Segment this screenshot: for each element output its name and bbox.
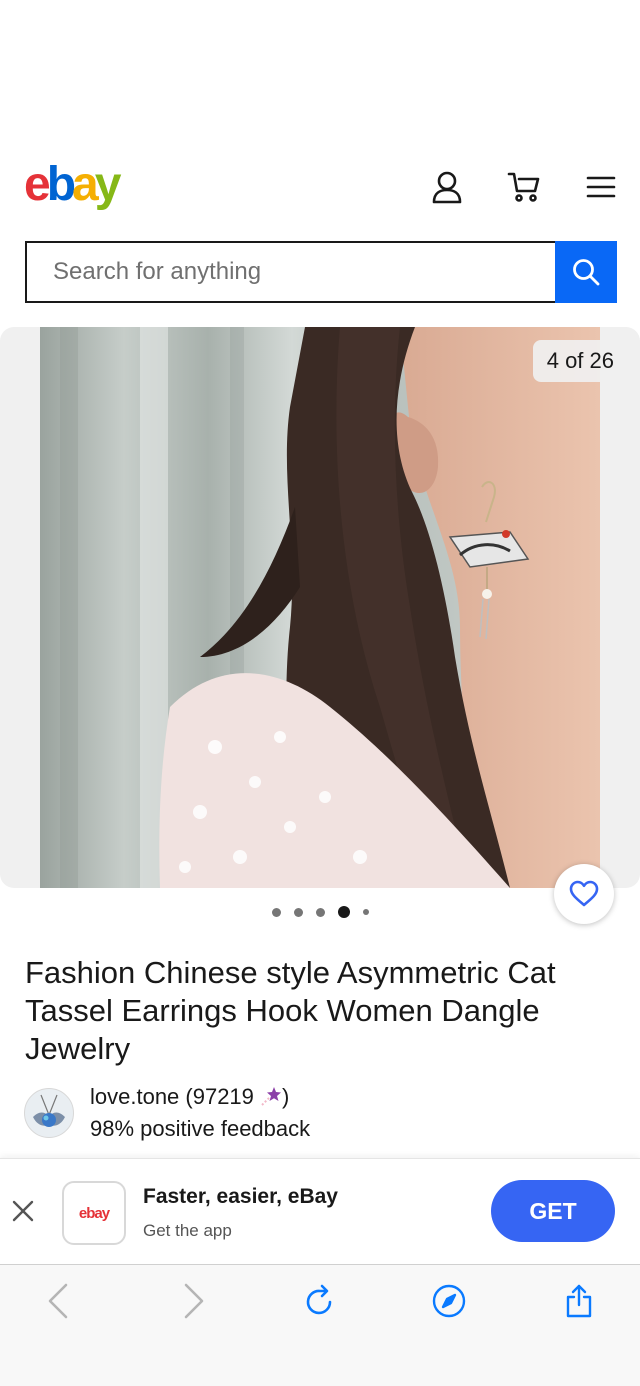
- banner-subtitle: Get the app: [143, 1221, 232, 1240]
- browser-toolbar: [0, 1264, 640, 1386]
- pagination-dot[interactable]: [315, 907, 325, 917]
- app-install-banner: ebay Faster, easier, eBay Get the app GE…: [0, 1158, 640, 1265]
- close-icon: [12, 1200, 34, 1222]
- banner-title: Faster, easier, eBay: [143, 1185, 338, 1208]
- pagination-dot[interactable]: [271, 907, 281, 917]
- get-app-button[interactable]: GET: [491, 1180, 615, 1242]
- pagination-dot[interactable]: [293, 907, 303, 917]
- logo-letter-e: e: [24, 158, 51, 211]
- logo-letter-b: b: [46, 158, 76, 211]
- image-gallery[interactable]: 4 of 26: [0, 327, 640, 888]
- seller-avatar[interactable]: [24, 1088, 74, 1138]
- app-logo-text: ebay: [78, 1204, 110, 1222]
- menu-icon[interactable]: [581, 167, 621, 207]
- pagination-dot-active[interactable]: [337, 906, 350, 918]
- listing-title: Fashion Chinese style Asymmetric Cat Tas…: [25, 955, 556, 1066]
- search-input[interactable]: [27, 243, 555, 301]
- compass-icon[interactable]: [427, 1279, 471, 1323]
- image-counter: 4 of 26: [532, 340, 628, 382]
- gallery-pagination: [0, 900, 640, 924]
- logo-letter-a: a: [72, 158, 99, 211]
- shooting-star-icon: [260, 1085, 282, 1107]
- ebay-logo[interactable]: ebay: [24, 158, 122, 211]
- seller-feedback: 98% positive feedback: [90, 1116, 311, 1141]
- search-icon: [573, 259, 600, 286]
- search-bar: [25, 241, 555, 303]
- seller-name-text: love.tone (97219: [90, 1084, 261, 1109]
- reload-icon[interactable]: [297, 1279, 341, 1323]
- back-icon[interactable]: [36, 1279, 80, 1323]
- product-photo[interactable]: [40, 327, 600, 888]
- ebay-app-icon: ebay: [62, 1181, 126, 1245]
- seller-name[interactable]: love.tone (97219 ): [90, 1082, 289, 1112]
- cart-icon[interactable]: [504, 167, 544, 207]
- search-button[interactable]: [555, 241, 617, 303]
- pagination-dot[interactable]: [362, 909, 369, 915]
- banner-close-button[interactable]: [8, 1196, 38, 1226]
- share-icon[interactable]: [557, 1279, 601, 1323]
- seller-name-close: ): [282, 1084, 290, 1109]
- forward-icon[interactable]: [172, 1279, 216, 1323]
- account-icon[interactable]: [427, 167, 467, 207]
- logo-letter-y: y: [94, 158, 122, 211]
